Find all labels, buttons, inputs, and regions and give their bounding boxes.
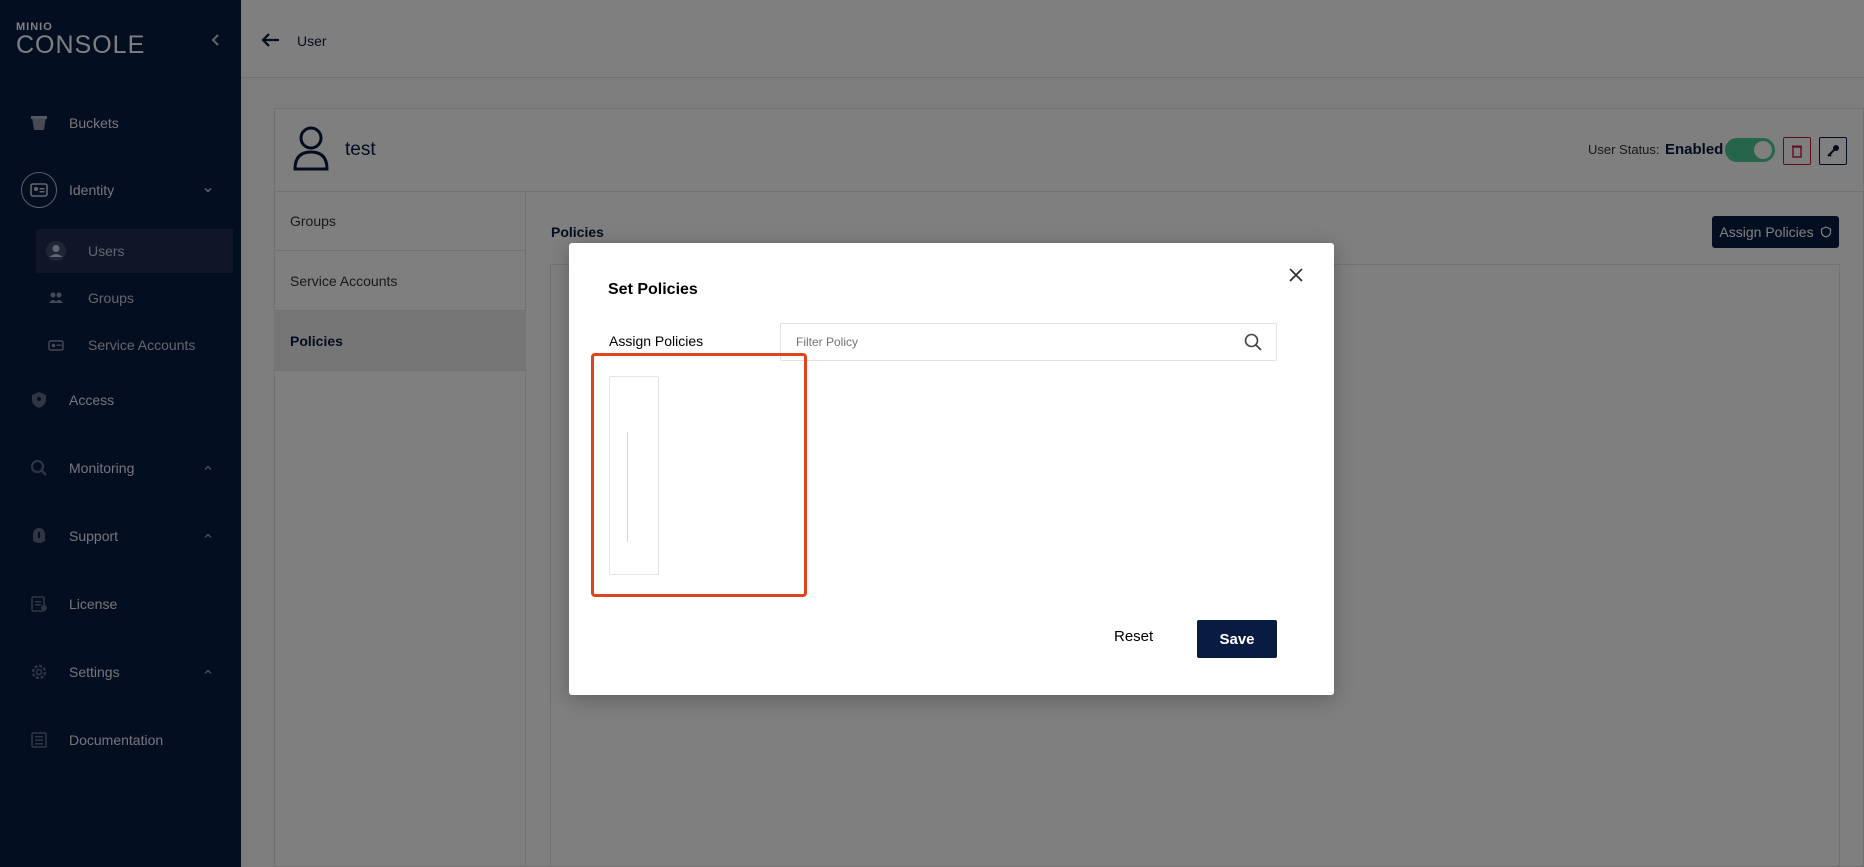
search-icon[interactable] [1243, 332, 1263, 352]
policy-list[interactable] [609, 376, 659, 575]
filter-policy-input[interactable] [781, 324, 1221, 360]
assign-policies-field-label: Assign Policies [609, 333, 704, 349]
save-button[interactable]: Save [1197, 620, 1277, 658]
reset-button[interactable]: Reset [1114, 628, 1153, 645]
close-icon[interactable] [1286, 265, 1306, 285]
list-scrollbar[interactable] [627, 432, 628, 542]
set-policies-modal: Set Policies Assign Policies Reset Save [569, 243, 1334, 695]
filter-policy-field [780, 323, 1277, 361]
modal-title: Set Policies [608, 281, 698, 298]
